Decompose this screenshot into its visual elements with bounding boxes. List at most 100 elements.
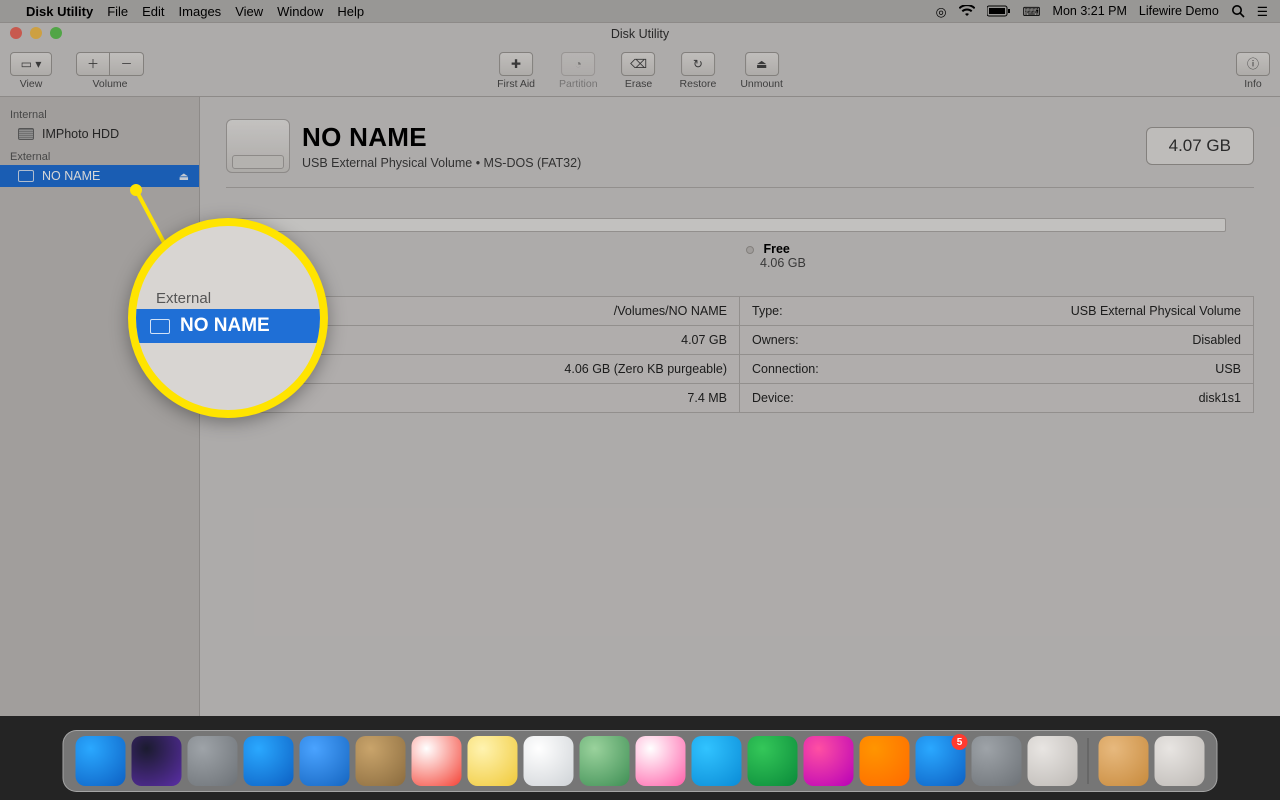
prop-val: USB (1215, 362, 1241, 376)
menubar-user[interactable]: Lifewire Demo (1139, 4, 1219, 18)
menubar-clock[interactable]: Mon 3:21 PM (1053, 4, 1127, 18)
dock-app-notes[interactable] (468, 736, 518, 786)
unmount-button[interactable]: ⏏ (745, 52, 779, 76)
minimize-button[interactable] (30, 27, 42, 39)
volume-name: NO NAME (302, 122, 581, 153)
callout-item-label: NO NAME (180, 315, 270, 337)
erase-button[interactable]: ⌫ (622, 52, 656, 76)
dock-app-messages[interactable] (692, 736, 742, 786)
volume-add-button[interactable]: ＋ (76, 52, 110, 76)
dock-app-ibooks[interactable] (860, 736, 910, 786)
restore-label: Restore (680, 78, 717, 90)
callout-section-label: External (136, 264, 320, 309)
window-titlebar[interactable]: Disk Utility (0, 23, 1280, 45)
prop-key: Owners: (752, 333, 799, 347)
menu-edit[interactable]: Edit (142, 4, 164, 19)
prop-val: /Volumes/NO NAME (614, 304, 727, 318)
external-disk-icon (150, 319, 170, 334)
menubar-app-name[interactable]: Disk Utility (26, 4, 93, 19)
dock-tray-folder[interactable] (1099, 736, 1149, 786)
dock-app-maps[interactable] (580, 736, 630, 786)
partition-label: Partition (559, 78, 598, 90)
volume-subtitle: USB External Physical Volume • MS-DOS (F… (302, 156, 581, 170)
dock-tray-trash[interactable] (1155, 736, 1205, 786)
toolbar: ▭ ▾ View ＋ － Volume ✚ First Aid ◔ Partitio… (0, 45, 1280, 97)
dock-app-calendar[interactable] (412, 736, 462, 786)
info-label: Info (1244, 78, 1262, 90)
dock-app-photos[interactable] (636, 736, 686, 786)
notification-center-icon[interactable]: ☰ (1257, 4, 1268, 19)
dock-app-reminders[interactable] (524, 736, 574, 786)
wifi-icon[interactable] (959, 5, 975, 17)
firstaid-label: First Aid (497, 78, 535, 90)
sidebar-item-imphoto-hdd[interactable]: IMPhoto HDD (0, 123, 199, 145)
volume-remove-button[interactable]: － (110, 52, 144, 76)
eject-icon[interactable]: ⏏ (179, 170, 189, 183)
restore-button[interactable]: ↻ (681, 52, 715, 76)
info-button[interactable]: ⓘ (1236, 52, 1270, 76)
menu-file[interactable]: File (107, 4, 128, 19)
prop-key: Type: (752, 304, 783, 318)
callout-anchor-dot (130, 184, 142, 196)
prop-val: disk1s1 (1199, 391, 1241, 405)
dock-app-music[interactable] (804, 736, 854, 786)
menu-images[interactable]: Images (179, 4, 222, 19)
menu-window[interactable]: Window (277, 4, 323, 19)
prop-row-type: Type: USB External Physical Volume (740, 297, 1253, 326)
callout-selected-item: NO NAME (136, 309, 320, 343)
free-swatch-icon (746, 246, 754, 254)
toolbar-info-group: ⓘ Info (1236, 52, 1270, 90)
keyboard-icon[interactable]: ⌨ (1023, 4, 1041, 19)
dock-app-diskutility[interactable] (1028, 736, 1078, 786)
battery-icon[interactable] (987, 5, 1011, 17)
unmount-label: Unmount (740, 78, 783, 90)
mac-menubar: Disk Utility File Edit Images View Windo… (0, 0, 1280, 22)
dock-app-safari[interactable] (244, 736, 294, 786)
close-button[interactable] (10, 27, 22, 39)
menu-help[interactable]: Help (337, 4, 364, 19)
cc-icon[interactable]: ◎ (936, 4, 947, 19)
toolbar-view-group: ▭ ▾ View (10, 52, 52, 90)
volume-detail-pane: NO NAME USB External Physical Volume • M… (200, 97, 1280, 716)
prop-row-used: Used:7.4 MB (227, 384, 739, 412)
prop-val: 4.06 GB (Zero KB purgeable) (564, 362, 727, 376)
prop-val: Disabled (1192, 333, 1241, 347)
dock-badge: 5 (952, 734, 968, 750)
spotlight-icon[interactable] (1231, 4, 1245, 18)
free-label: Free (763, 242, 789, 256)
dock-app-contacts[interactable] (356, 736, 406, 786)
usage-legend: Free 4.06 GB (226, 242, 1254, 270)
prop-row-owners: Owners: Disabled (740, 326, 1253, 355)
sidebar-item-label: NO NAME (42, 169, 100, 183)
prop-val: USB External Physical Volume (1071, 304, 1241, 318)
window-title: Disk Utility (611, 27, 669, 41)
window-traffic-lights (10, 27, 62, 39)
dock: 5 (63, 730, 1218, 792)
partition-button[interactable]: ◔ (561, 52, 595, 76)
dock-app-siri[interactable] (132, 736, 182, 786)
free-value: 4.06 GB (760, 256, 806, 270)
dock-app-finder[interactable] (76, 736, 126, 786)
prop-val: 4.07 GB (681, 333, 727, 347)
menu-view[interactable]: View (235, 4, 263, 19)
firstaid-button[interactable]: ✚ (499, 52, 533, 76)
toolbar-center: ✚First Aid ◔Partition ⌫Erase ↻Restore ⏏U… (497, 52, 783, 90)
properties-table: Mount Point:/Volumes/NO NAME Capacity:4.… (226, 296, 1254, 413)
dock-separator (1088, 738, 1089, 784)
view-button[interactable]: ▭ ▾ (10, 52, 52, 76)
toolbar-volume-group: ＋ － Volume (76, 52, 144, 90)
dock-app-preferences[interactable] (972, 736, 1022, 786)
prop-key: Device: (752, 391, 794, 405)
sidebar-item-label: IMPhoto HDD (42, 127, 119, 141)
prop-row-connection: Connection: USB (740, 355, 1253, 384)
sidebar-item-no-name[interactable]: NO NAME ⏏ (0, 165, 199, 187)
capacity-badge: 4.07 GB (1146, 127, 1254, 165)
volume-icon (226, 119, 290, 173)
prop-key: Connection: (752, 362, 819, 376)
dock-app-mail[interactable] (300, 736, 350, 786)
zoom-button[interactable] (50, 27, 62, 39)
dock-app-facetime[interactable] (748, 736, 798, 786)
dock-app-launchpad[interactable] (188, 736, 238, 786)
dock-app-appstore[interactable]: 5 (916, 736, 966, 786)
view-label: View (20, 78, 43, 90)
